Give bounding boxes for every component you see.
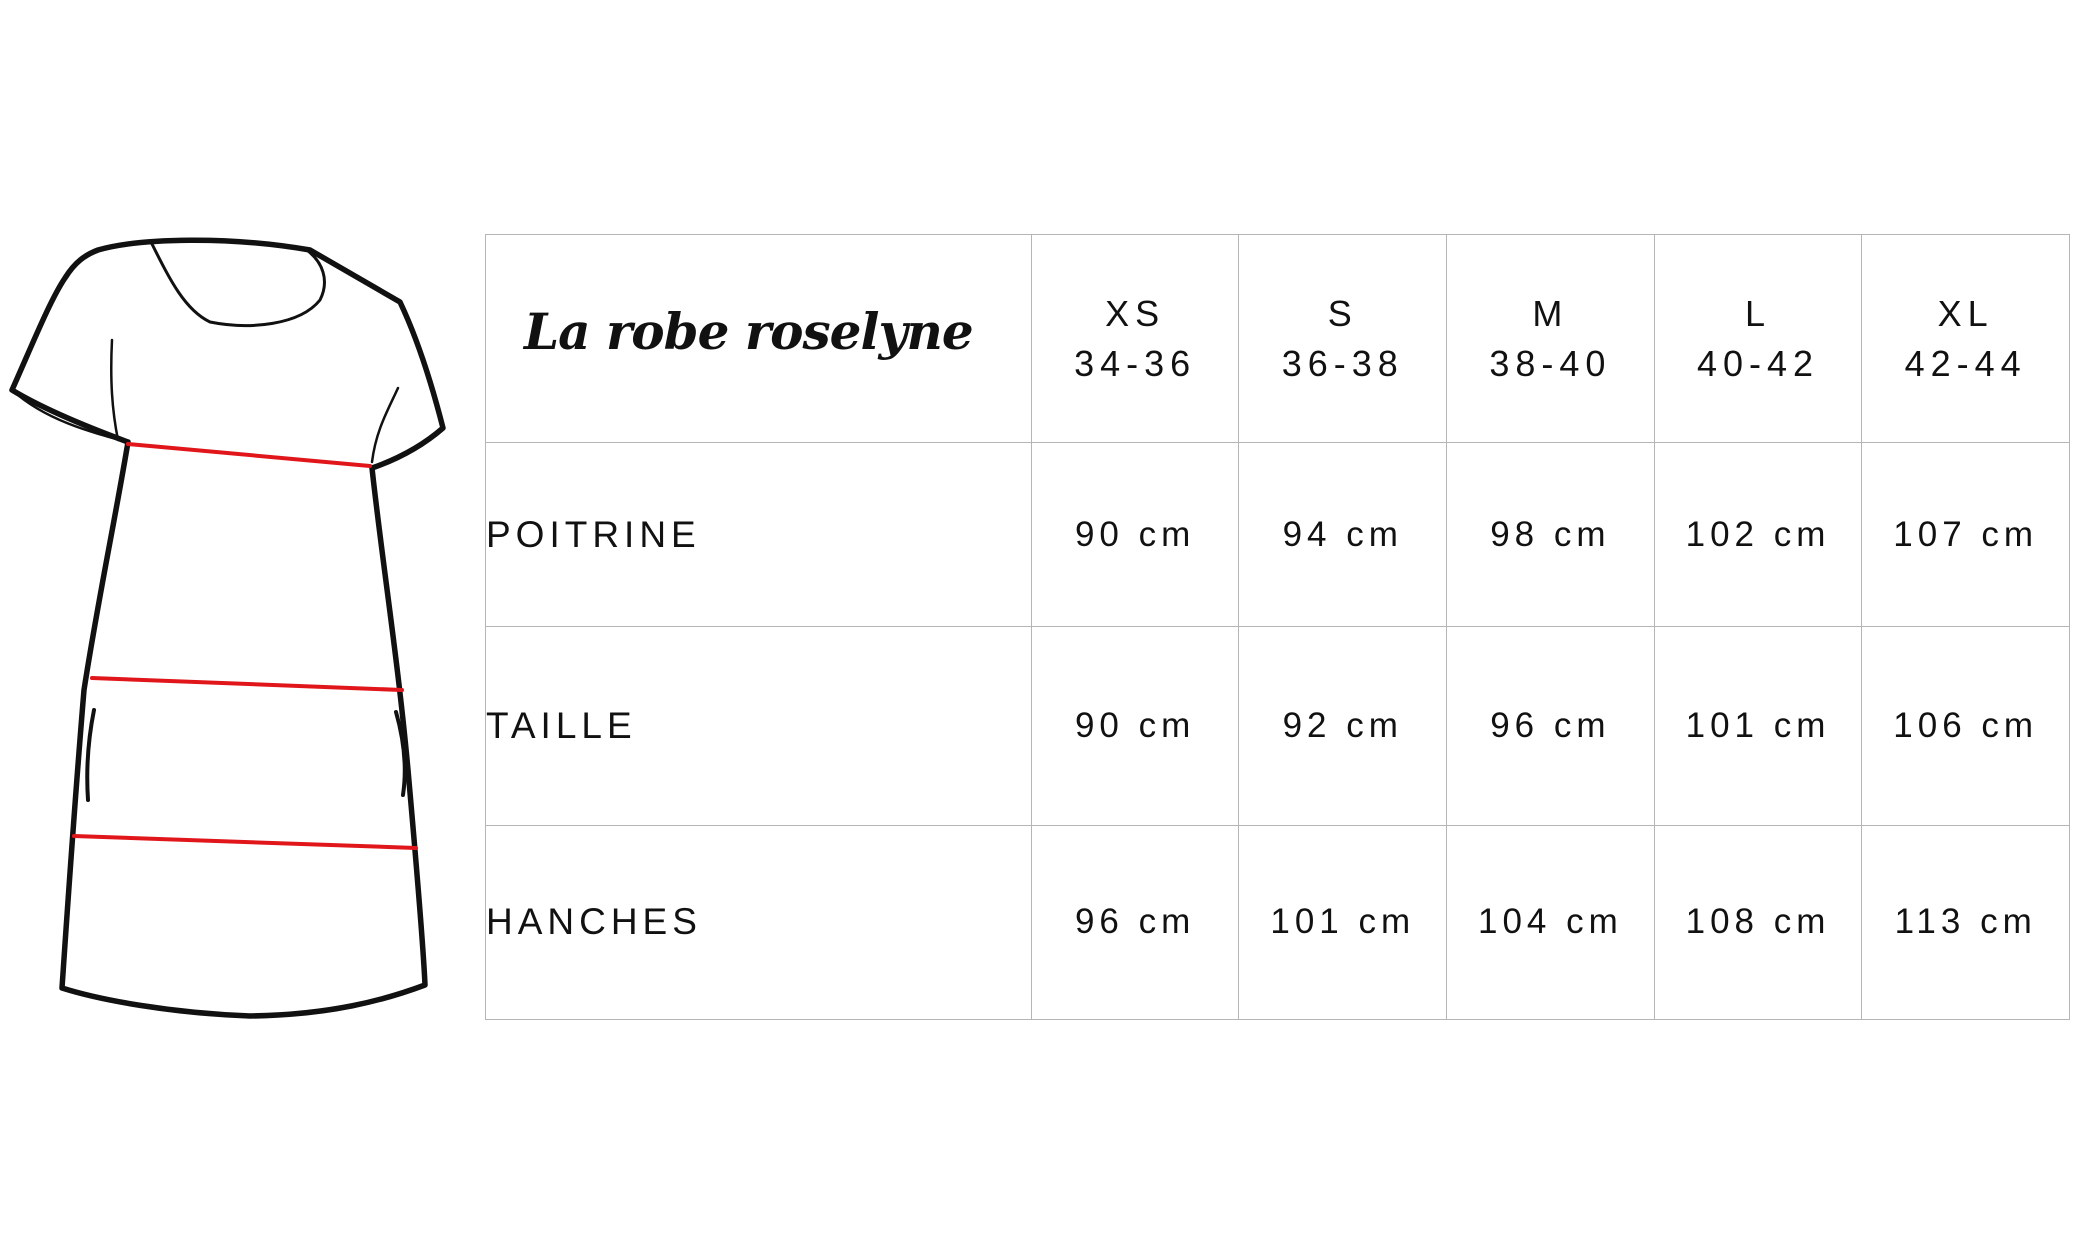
table-cell: 104 cm [1446,824,1655,1021]
size-range: 40-42 [1696,342,1820,384]
table-cell: 108 cm [1653,824,1863,1021]
table-cell: 90 cm [1030,442,1240,628]
table-row-hanches: HANCHES 96 cm 101 cm 104 cm 108 cm 113 c… [485,824,2070,1021]
size-chart-table: La robe roselyne XS 34-36 S 36-38 M 38-4… [485,233,2070,1021]
poitrine-measure-line [126,442,372,468]
left-sleeve-seam [110,338,120,442]
row-label: TAILLE [485,626,1032,826]
size-header-m: M 38-40 [1446,233,1655,444]
dress-outline [9,237,446,1019]
left-pocket [85,708,96,802]
table-cell: 101 cm [1653,626,1863,826]
size-header-xs: XS 34-36 [1030,233,1240,444]
size-header-s: S 36-38 [1238,233,1448,444]
size-range: 38-40 [1489,342,1612,384]
table-cell: 94 cm [1238,442,1448,628]
size-name: L [1744,292,1772,334]
table-cell: 96 cm [1446,626,1655,826]
table-cell: 98 cm [1446,442,1655,628]
table-row-taille: TAILLE 90 cm 92 cm 96 cm 101 cm 106 cm [485,626,2070,826]
table-title-cell: La robe roselyne [485,233,1032,444]
size-range: 34-36 [1074,342,1197,384]
table-row-poitrine: POITRINE 90 cm 94 cm 98 cm 102 cm 107 cm [485,442,2070,628]
size-header-row: La robe roselyne XS 34-36 S 36-38 M 38-4… [485,233,2070,444]
table-cell: 92 cm [1238,626,1448,826]
table-cell: 96 cm [1030,824,1240,1021]
table-cell: 106 cm [1861,626,2070,826]
row-label: HANCHES [485,824,1032,1021]
table-title: La robe roselyne [524,302,974,362]
table-cell: 102 cm [1653,442,1863,628]
table-cell: 90 cm [1030,626,1240,826]
size-name: XL [1937,292,1994,334]
size-name: M [1532,292,1569,334]
size-header-l: L 40-42 [1653,233,1863,444]
hanches-measure-line [72,834,418,850]
taille-measure-line [90,676,404,692]
row-label: POITRINE [485,442,1032,628]
neckline [150,242,326,327]
table-cell: 107 cm [1861,442,2070,628]
dress-illustration [9,237,446,1019]
size-header-xl: XL 42-44 [1861,233,2070,444]
table-cell: 101 cm [1238,824,1448,1021]
size-name: XS [1105,292,1166,334]
size-range: 42-44 [1904,342,2027,384]
size-range: 36-38 [1281,342,1404,384]
size-name: S [1327,292,1358,334]
table-cell: 113 cm [1861,824,2070,1021]
right-sleeve-seam [370,386,400,464]
